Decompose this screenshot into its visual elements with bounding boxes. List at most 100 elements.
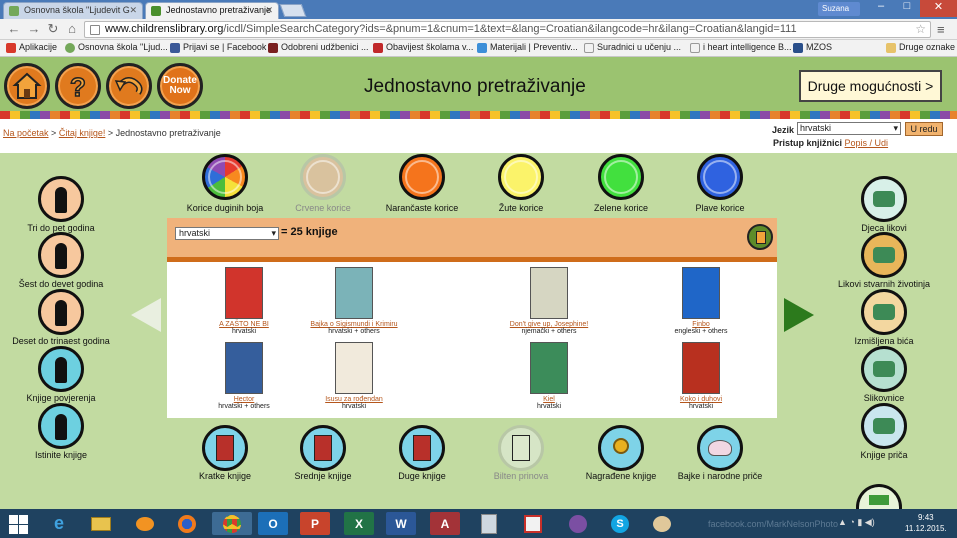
bookmark-materials[interactable]: Materijali | Preventiv... — [477, 42, 578, 53]
book-title-link[interactable]: Finbo — [646, 321, 756, 328]
previous-page-arrow-icon[interactable] — [131, 298, 161, 332]
book-cover-image[interactable] — [225, 267, 263, 319]
login-link[interactable]: Popis / Udi — [845, 138, 889, 148]
more-categories-icon[interactable] — [856, 484, 902, 509]
file-explorer-icon[interactable] — [86, 512, 116, 535]
bookmark-star-icon[interactable]: ☆ — [915, 22, 926, 36]
book-title-link[interactable]: Kiel — [494, 396, 604, 403]
tab-simple-search[interactable]: Jednostavno pretraživanje ✕ — [145, 2, 279, 19]
page-info-icon[interactable] — [90, 25, 100, 35]
skype-icon[interactable]: S — [605, 512, 635, 535]
book-cover-image[interactable] — [335, 267, 373, 319]
book-cover-image[interactable] — [530, 267, 568, 319]
category-label[interactable]: Šest do devet godina — [19, 279, 104, 289]
bookmark-mzos[interactable]: MZOS — [793, 42, 832, 53]
reader-icon[interactable] — [518, 512, 548, 535]
forward-arrow-icon[interactable]: → — [26, 21, 42, 37]
category-right-1[interactable] — [861, 176, 907, 222]
color-filter-label[interactable]: Zelene korice — [594, 203, 648, 213]
category-4[interactable] — [38, 346, 84, 392]
viber-icon[interactable] — [563, 512, 593, 535]
color-filter-label[interactable]: Crvene korice — [295, 203, 351, 213]
color-filter-4[interactable] — [498, 154, 544, 200]
category-label[interactable]: Izmišljena bića — [854, 336, 913, 346]
color-filter-label[interactable]: Narančaste korice — [386, 203, 459, 213]
book-title-link[interactable]: Koko i duhovi — [646, 396, 756, 403]
bottom-category-2[interactable] — [300, 425, 346, 471]
category-right-3[interactable] — [861, 289, 907, 335]
book-item[interactable]: Don't give up, Josephine! njemački + othe… — [494, 267, 604, 335]
bookmark-collaborators[interactable]: Suradnici u učenju ... — [584, 42, 681, 53]
bookmark-apps[interactable]: Aplikacije — [6, 42, 57, 53]
book-item[interactable]: Kiel hrvatski — [494, 342, 604, 410]
color-filter-label[interactable]: Korice duginih boja — [187, 203, 264, 213]
calculator-icon[interactable] — [474, 512, 504, 535]
minimize-icon[interactable]: – — [868, 0, 894, 17]
powerpoint-icon[interactable]: P — [300, 512, 330, 535]
results-language-select[interactable]: hrvatski — [175, 227, 279, 240]
book-cover-image[interactable] — [335, 342, 373, 394]
bottom-category-label[interactable]: Bajke i narodne priče — [678, 471, 763, 481]
bottom-category-label[interactable]: Kratke knjige — [199, 471, 251, 481]
internet-explorer-icon[interactable]: e — [44, 512, 74, 535]
bottom-category-6[interactable] — [697, 425, 743, 471]
bookmark-school[interactable]: Osnovna škola "Ljud... — [65, 42, 168, 53]
category-label[interactable]: Istinite knjige — [35, 450, 87, 460]
color-filter-1[interactable] — [202, 154, 248, 200]
category-label[interactable]: Slikovnice — [864, 393, 905, 403]
color-filter-6[interactable] — [697, 154, 743, 200]
category-label[interactable]: Likovi stvarnih životinja — [838, 279, 930, 289]
bottom-category-label[interactable]: Srednje knjige — [294, 471, 351, 481]
book-item[interactable]: A ZAŠTO NE BI hrvatski — [189, 267, 299, 335]
book-item[interactable]: Bajka o Sigismundi i Krimiru hrvatski + o… — [299, 267, 409, 335]
book-title-link[interactable]: A ZAŠTO NE BI — [189, 321, 299, 328]
more-options-button[interactable]: Druge mogućnosti > — [799, 70, 942, 102]
access-icon[interactable]: A — [430, 512, 460, 535]
bottom-category-label[interactable]: Duge knjige — [398, 471, 446, 481]
close-window-icon[interactable]: ✕ — [920, 0, 957, 17]
breadcrumb-read-link[interactable]: Čitaj knjige! — [59, 128, 106, 138]
language-select[interactable]: hrvatski — [797, 122, 901, 135]
address-bar[interactable]: www.childrenslibrary.org/icdl/SimpleSear… — [84, 21, 931, 38]
go-button[interactable]: U redu — [905, 122, 943, 136]
category-3[interactable] — [38, 289, 84, 335]
back-button[interactable] — [106, 63, 152, 109]
bottom-category-5[interactable] — [598, 425, 644, 471]
next-page-arrow-icon[interactable] — [784, 298, 814, 332]
close-icon[interactable]: ✕ — [265, 5, 273, 16]
book-title-link[interactable]: Bajka o Sigismundi i Krimiru — [299, 321, 409, 328]
color-filter-3[interactable] — [399, 154, 445, 200]
book-title-link[interactable]: Isusu za rođendan — [299, 396, 409, 403]
excel-icon[interactable]: X — [344, 512, 374, 535]
system-tray[interactable]: ▲ ◔ ▮ ◀) — [838, 517, 875, 528]
book-cover-image[interactable] — [682, 342, 720, 394]
category-right-5[interactable] — [861, 403, 907, 449]
bookmark-heart[interactable]: i heart intelligence B... — [690, 42, 792, 53]
maximize-icon[interactable]: □ — [894, 0, 920, 17]
bookmark-facebook[interactable]: Prijavi se | Facebook — [170, 42, 266, 53]
book-title-link[interactable]: Hector — [189, 396, 299, 403]
bottom-category-3[interactable] — [399, 425, 445, 471]
reload-icon[interactable]: ↻ — [45, 21, 61, 37]
new-tab-button[interactable] — [279, 4, 307, 17]
bottom-category-label[interactable]: Nagrađene knjige — [586, 471, 657, 481]
book-item[interactable]: Finbo engleski + others — [646, 267, 756, 335]
color-filter-2[interactable] — [300, 154, 346, 200]
bottom-category-label[interactable]: Bilten prinova — [494, 471, 549, 481]
bottom-category-4[interactable] — [498, 425, 544, 471]
color-filter-label[interactable]: Plave korice — [695, 203, 744, 213]
back-arrow-icon[interactable]: ← — [6, 21, 22, 37]
book-cover-image[interactable] — [682, 267, 720, 319]
paint-app-icon[interactable] — [130, 512, 160, 535]
paint-palette-icon[interactable] — [647, 512, 677, 535]
firefox-icon[interactable] — [172, 512, 202, 535]
outlook-icon[interactable]: O — [258, 512, 288, 535]
tab-school[interactable]: Osnovna škola "Ljudevit G ✕ — [3, 2, 143, 19]
clock[interactable]: 9:43 11.12.2015. — [905, 512, 947, 534]
home-icon[interactable]: ⌂ — [64, 21, 80, 37]
donate-button[interactable]: Donate Now — [157, 63, 203, 109]
bookshelf-icon[interactable] — [747, 224, 773, 250]
category-right-2[interactable] — [861, 232, 907, 278]
help-button[interactable]: ? — [55, 63, 101, 109]
bookmark-textbooks[interactable]: Odobreni udžbenici ... — [268, 42, 369, 53]
